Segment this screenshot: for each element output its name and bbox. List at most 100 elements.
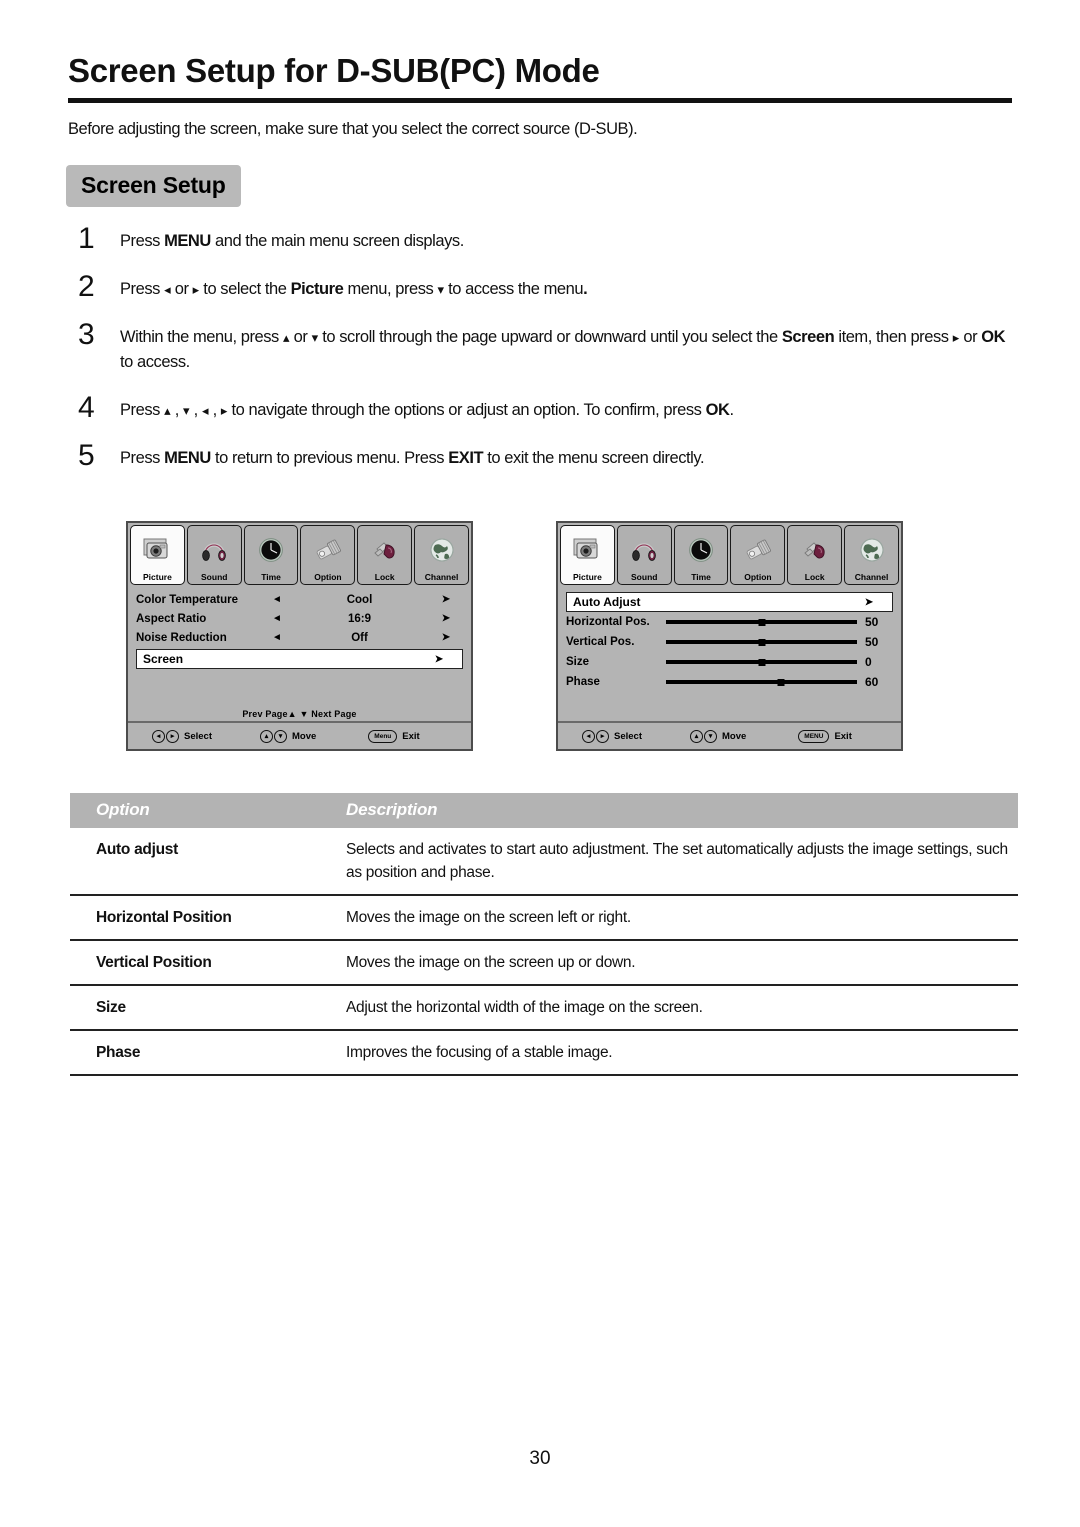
manual-page: Screen Setup for D-SUB(PC) Mode Before a… — [0, 0, 1080, 1527]
chevron-left-icon[interactable]: ◄ — [264, 613, 290, 624]
osd-tab-option[interactable]: Option — [300, 525, 356, 585]
dpad-keys-icon: ◂ ▸ — [582, 729, 609, 743]
osd-tab-label: Time — [691, 572, 711, 582]
chevron-right-icon[interactable]: ➤ — [429, 613, 463, 624]
dpad-keys-icon: ▴ ▾ — [260, 729, 287, 743]
osd-slider-row[interactable]: Vertical Pos. 50 — [566, 632, 893, 652]
osd-hint-move: ▴ ▾ Move — [690, 729, 746, 743]
osd-hint-exit: Menu Exit — [368, 729, 420, 743]
osd-slider-row[interactable]: Phase 60 — [566, 672, 893, 692]
padlock-icon — [358, 526, 411, 572]
table-cell-description: Adjust the horizontal width of the image… — [322, 985, 1018, 1031]
osd-slider-track[interactable] — [666, 615, 857, 629]
osd-option-row[interactable]: Noise Reduction ◄ Off ➤ — [136, 628, 463, 647]
slider-knob[interactable] — [777, 678, 785, 686]
step-text: Press ◂ or ▸ to select the Picture menu,… — [120, 280, 588, 298]
clock-icon — [245, 526, 298, 572]
section-heading: Screen Setup — [66, 165, 241, 207]
osd-tab-lock[interactable]: Lock — [357, 525, 413, 585]
osd-option-value: Cool — [346, 593, 373, 606]
osd-tab-label: Channel — [424, 572, 459, 582]
osd-tab-time[interactable]: Time — [673, 525, 729, 585]
osd-row-screen[interactable]: Screen ➤ — [136, 649, 463, 669]
slider-knob[interactable] — [758, 618, 765, 626]
osd-slider-value: 50 — [865, 615, 879, 629]
osd-tab-label: Sound — [631, 572, 658, 582]
osd-tab-channel[interactable]: Channel — [414, 525, 469, 585]
osd-tab-label: Lock — [804, 572, 825, 582]
chevron-right-icon[interactable]: ➤ — [429, 594, 463, 605]
step-number: 4 — [78, 391, 95, 424]
instruction-steps: 1 Press MENU and the main menu screen dis… — [68, 224, 1012, 491]
instruction-step: 2 Press ◂ or ▸ to select the Picture menu… — [68, 272, 1012, 302]
osd-row-auto-adjust[interactable]: Auto Adjust ➤ — [566, 592, 893, 612]
intro-text: Before adjusting the screen, make sure t… — [68, 120, 638, 138]
clock-icon — [675, 526, 728, 572]
osd-footer-hints: ◂ ▸ Select ▴ ▾ Move Menu Exit — [128, 721, 471, 749]
table-cell-option: Phase — [70, 1030, 322, 1076]
table-cell-description: Moves the image on the screen left or ri… — [322, 895, 1018, 941]
osd-tab-sound[interactable]: Sound — [616, 525, 672, 585]
osd-slider-label: Phase — [566, 676, 600, 688]
key-glyph: ▴ — [260, 729, 273, 743]
osd-tab-label: Sound — [201, 572, 228, 582]
slider-knob[interactable] — [758, 638, 765, 646]
key-glyph: ▸ — [166, 729, 179, 743]
chevron-right-icon: ➤ — [864, 596, 874, 608]
osd-slider-label: Horizontal Pos. — [566, 616, 650, 628]
chevron-left-icon[interactable]: ◄ — [264, 594, 290, 605]
osd-option-value: 16:9 — [347, 612, 372, 625]
chevron-right-icon[interactable]: ➤ — [429, 632, 463, 643]
osd-tab-bar: Picture Sound Time Option Lock Channel — [128, 523, 471, 585]
osd-hint-label: Exit — [834, 730, 852, 742]
osd-slider-track[interactable] — [666, 635, 857, 649]
osd-option-row[interactable]: Color Temperature ◄ Cool ➤ — [136, 590, 463, 609]
osd-hint-label: Select — [184, 730, 212, 742]
osd-slider-label: Vertical Pos. — [566, 636, 635, 648]
table-cell-option: Size — [70, 985, 322, 1031]
table-row: Vertical Position Moves the image on the … — [70, 940, 1018, 986]
table-header-row: Option Description — [70, 793, 1018, 828]
table-cell-description: Improves the focusing of a stable image. — [322, 1030, 1018, 1076]
osd-tab-time[interactable]: Time — [243, 525, 299, 585]
table-row: Phase Improves the focusing of a stable i… — [70, 1030, 1018, 1076]
osd-tab-label: Channel — [854, 572, 889, 582]
osd-tab-lock[interactable]: Lock — [787, 525, 843, 585]
connector-icon — [301, 526, 354, 572]
osd-tab-label: Option — [314, 572, 342, 582]
table-header-description: Description — [322, 793, 1018, 828]
osd-tab-option[interactable]: Option — [730, 525, 786, 585]
osd-tab-label: Option — [744, 572, 772, 582]
options-description-table: Option Description Auto adjust Selects an… — [70, 793, 1018, 1076]
instruction-step: 1 Press MENU and the main menu screen dis… — [68, 224, 1012, 254]
globe-icon — [415, 526, 468, 572]
headphones-icon — [618, 526, 671, 572]
osd-option-row[interactable]: Aspect Ratio ◄ 16:9 ➤ — [136, 609, 463, 628]
slider-knob[interactable] — [758, 658, 765, 666]
osd-tab-sound[interactable]: Sound — [186, 525, 242, 585]
osd-slider-row[interactable]: Size 0 — [566, 652, 893, 672]
table-header-option: Option — [70, 793, 322, 828]
osd-hint-label: Move — [292, 730, 317, 742]
instruction-step: 4 Press ▴ , ▾ , ◂ , ▸ to navigate through… — [68, 391, 1012, 424]
osd-slider-track[interactable] — [666, 675, 857, 689]
osd-tab-label: Lock — [374, 572, 395, 582]
menu-key-icon: MENU — [798, 729, 830, 743]
osd-tab-bar: Picture Sound Time Option Lock Channel — [558, 523, 901, 585]
osd-tab-label: Picture — [573, 572, 602, 582]
osd-tab-picture[interactable]: Picture — [560, 525, 615, 585]
osd-tab-channel[interactable]: Channel — [844, 525, 899, 585]
osd-slider-value: 60 — [865, 675, 879, 689]
camera-icon — [561, 526, 614, 572]
table-cell-description: Moves the image on the screen up or down… — [322, 940, 1018, 986]
table-row: Horizontal Position Moves the image on th… — [70, 895, 1018, 941]
osd-option-rows: Color Temperature ◄ Cool ➤ Aspect Ratio ◄ 16:9… — [136, 590, 463, 647]
osd-hint-label: Exit — [402, 730, 420, 742]
osd-slider-track[interactable] — [666, 655, 857, 669]
step-text: Press ▴ , ▾ , ◂ , ▸ to navigate through … — [120, 401, 734, 419]
osd-option-label: Noise Reduction — [136, 631, 227, 644]
osd-tab-picture[interactable]: Picture — [130, 525, 185, 585]
osd-slider-row[interactable]: Horizontal Pos. 50 — [566, 612, 893, 632]
chevron-left-icon[interactable]: ◄ — [264, 632, 290, 643]
osd-option-value: Off — [351, 631, 368, 644]
